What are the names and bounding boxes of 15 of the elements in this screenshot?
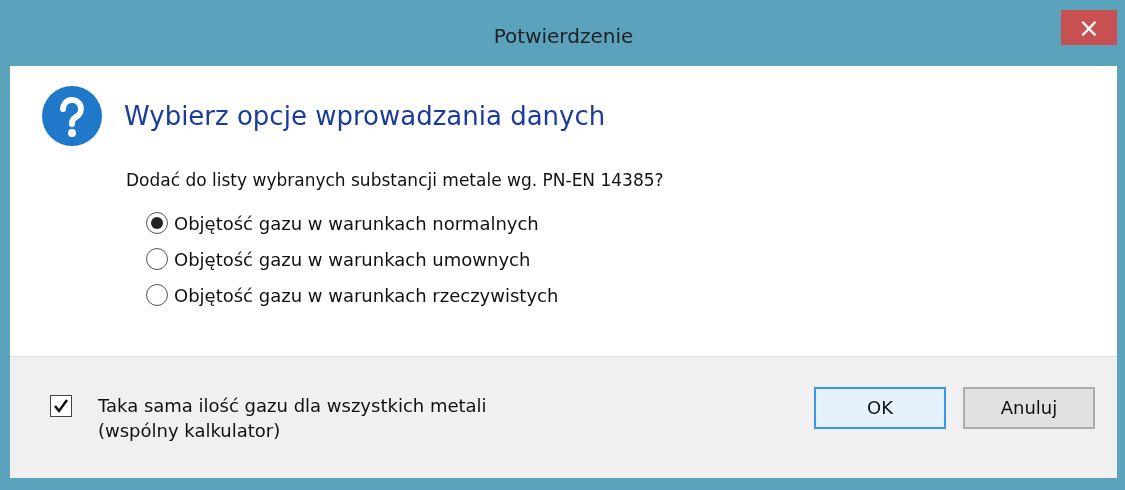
radio-option[interactable]: Objętość gazu w warunkach rzeczywistych: [146, 284, 1117, 306]
cancel-button[interactable]: Anuluj: [963, 386, 1095, 429]
window-title: Potwierdzenie: [493, 24, 634, 48]
question-icon: [42, 86, 102, 146]
radio-option[interactable]: Objętość gazu w warunkach normalnych: [146, 212, 1117, 234]
radio-button[interactable]: [146, 248, 168, 270]
close-button[interactable]: ×: [1061, 10, 1117, 45]
checkbox-label[interactable]: Taka sama ilość gazu dla wszystkich metali (wspólny kalkulator): [98, 394, 487, 441]
dialog-heading: Wybierz opcje wprowadzania danych: [124, 101, 606, 131]
radio-button[interactable]: [146, 212, 168, 234]
ok-button[interactable]: OK: [814, 386, 946, 429]
question-text: Dodać do listy wybranych substancji metale wg. PN-EN 14385?: [126, 170, 665, 190]
checkbox[interactable]: [50, 394, 72, 417]
radio-option[interactable]: Objętość gazu w warunkach umownych: [146, 248, 1117, 270]
radio-button[interactable]: [146, 284, 168, 306]
